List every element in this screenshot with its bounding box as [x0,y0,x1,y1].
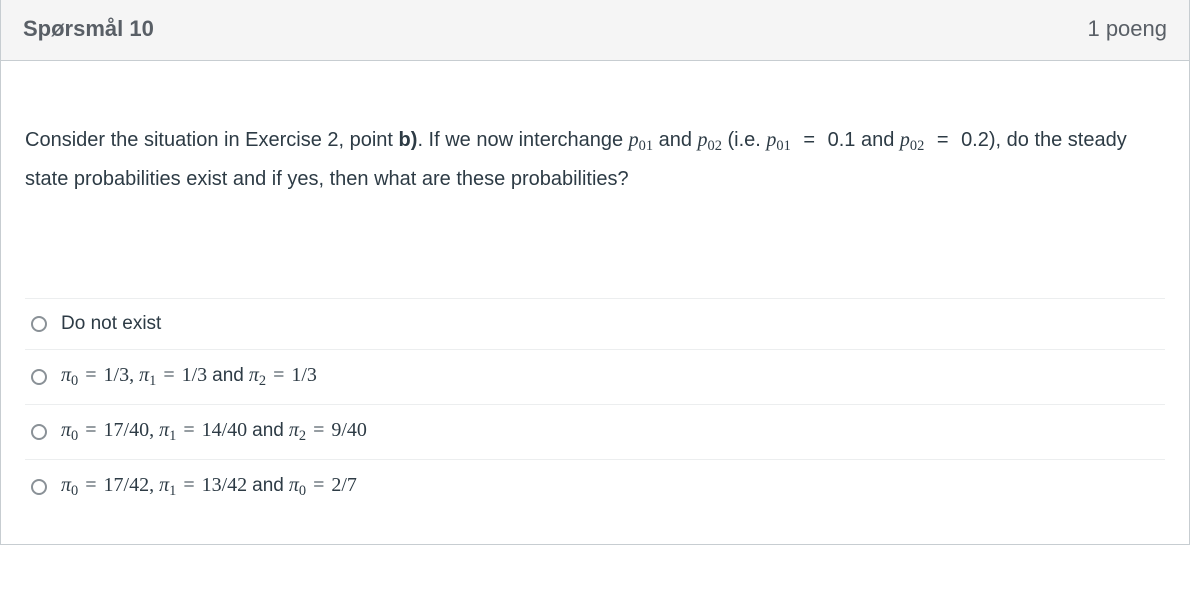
pi: π [159,474,169,496]
question-prompt: Consider the situation in Exercise 2, po… [25,121,1165,198]
sub: 2 [259,373,266,389]
value: 0.1 [828,129,856,151]
value: 14/40 [202,419,248,441]
pi: π [139,364,149,386]
answer-option-d[interactable]: π0=17/42, π1=13/42 and π0=2/7 [25,460,1165,514]
equals: = [156,364,181,386]
value: 1/3 [291,364,317,386]
answer-list: Do not exist π0=1/3, π1=1/3 and π2=1/3 π… [25,298,1165,514]
value: 17/40, [104,419,155,441]
equals: = [78,364,103,386]
var-p01: p [629,129,639,151]
radio-icon [31,479,47,495]
prompt-text: Consider the situation in Exercise 2, po… [25,129,399,151]
prompt-bold-b: b) [399,129,418,151]
sub-01b: 01 [776,138,790,154]
prompt-text: (i.e. [722,129,766,151]
pi: π [61,364,71,386]
value: 17/42, [104,474,155,496]
pi: π [61,419,71,441]
var-p02b: p [900,129,910,151]
pi: π [61,474,71,496]
value: 2/7 [331,474,357,496]
pi: π [289,419,299,441]
answer-option-c[interactable]: π0=17/40, π1=14/40 and π2=9/40 [25,405,1165,460]
value: 1/3, [104,364,135,386]
question-card: Spørsmål 10 1 poeng Consider the situati… [0,0,1190,545]
pi: π [289,474,299,496]
sub-02b: 02 [910,138,924,154]
sub: 2 [299,428,306,444]
pi: π [159,419,169,441]
answer-text: π0=17/42, π1=13/42 and π0=2/7 [61,474,357,500]
radio-icon [31,369,47,385]
sub-01: 01 [639,138,653,154]
question-header: Spørsmål 10 1 poeng [1,0,1189,61]
var-p02: p [698,129,708,151]
equals: = [78,474,103,496]
equals: = [176,474,201,496]
answer-text: π0=17/40, π1=14/40 and π2=9/40 [61,419,367,445]
equals: = [306,419,331,441]
sub-02: 02 [708,138,722,154]
equals: = [266,364,291,386]
equals: = [78,419,103,441]
sub: 0 [299,483,306,499]
prompt-text: . If we now interchange [417,129,628,151]
equals: = [791,129,828,151]
and: and [252,420,284,441]
and: and [252,475,284,496]
value: 13/42 [202,474,248,496]
radio-icon [31,316,47,332]
pi: π [249,364,259,386]
answer-option-a[interactable]: Do not exist [25,299,1165,350]
equals: = [924,129,961,151]
answer-option-b[interactable]: π0=1/3, π1=1/3 and π2=1/3 [25,350,1165,405]
value: 9/40 [331,419,367,441]
answer-text: Do not exist [61,313,161,335]
prompt-text: and [855,129,899,151]
and: and [212,365,244,386]
question-title: Spørsmål 10 [23,16,154,42]
radio-icon [31,424,47,440]
value: 0.2 [961,129,989,151]
question-body: Consider the situation in Exercise 2, po… [1,61,1189,544]
var-p01b: p [766,129,776,151]
equals: = [306,474,331,496]
answer-text: π0=1/3, π1=1/3 and π2=1/3 [61,364,317,390]
prompt-text: and [653,129,697,151]
value: 1/3 [182,364,208,386]
question-points: 1 poeng [1087,16,1167,42]
equals: = [176,419,201,441]
